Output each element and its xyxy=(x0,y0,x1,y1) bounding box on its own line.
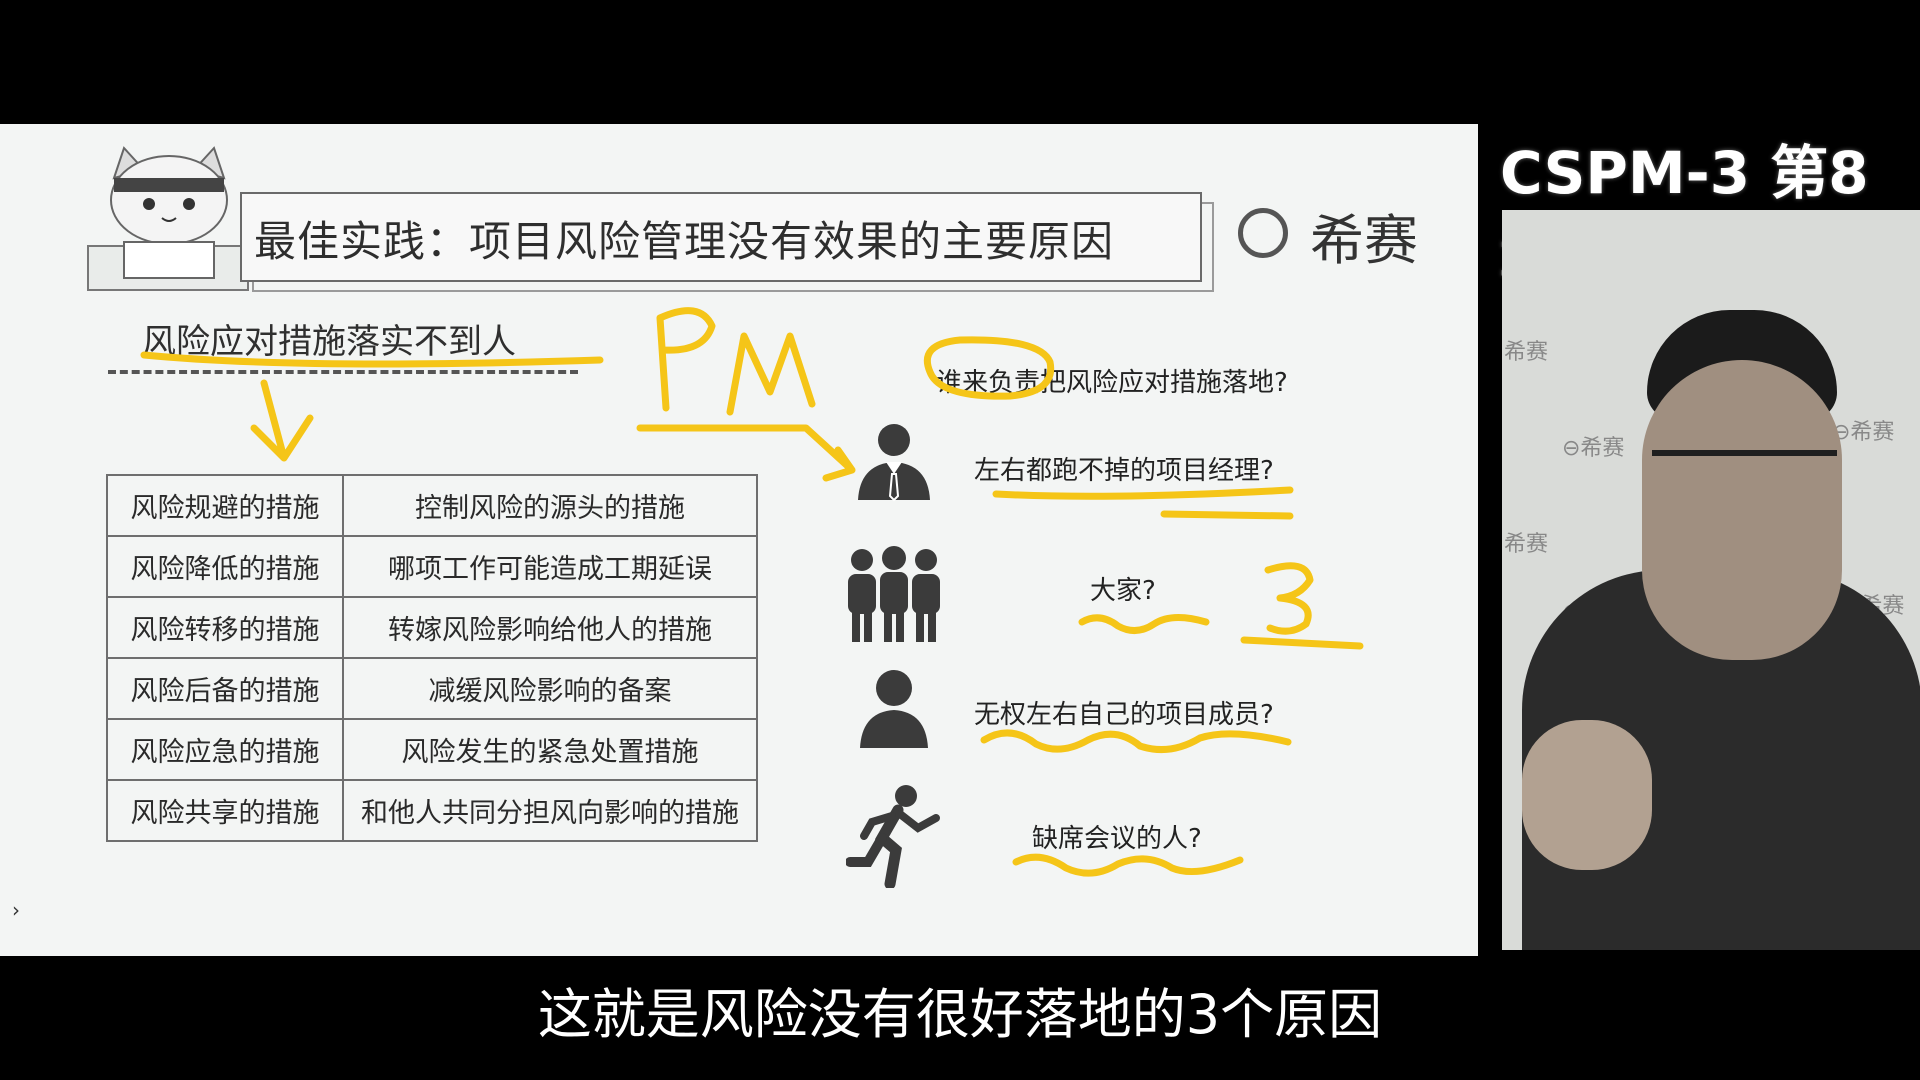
webcam-feed: 希赛 ⊖希赛 ⊖希赛 ⊖希赛 希赛 ⊖希赛 ⊖希赛 xyxy=(1502,210,1920,950)
ink-underline-3 xyxy=(1240,636,1364,650)
watermark: ⊖希赛 xyxy=(1832,420,1895,445)
ink-arrow-down xyxy=(250,379,314,462)
watermark: 希赛 xyxy=(1504,340,1549,365)
ink-underline-subheading xyxy=(140,351,604,368)
ink-digit-3 xyxy=(1264,562,1314,635)
ink-annotations xyxy=(140,307,1364,877)
subtitle-caption: 这就是风险没有很好落地的3个原因 xyxy=(537,983,1383,1046)
ink-wave-group xyxy=(1078,614,1210,634)
watermark: 希赛 xyxy=(1504,532,1549,557)
presenter-glasses xyxy=(1652,450,1837,506)
ink-wave-member xyxy=(980,729,1292,754)
watermark: ⊖希赛 xyxy=(1562,436,1625,461)
ink-pm-p xyxy=(656,307,716,412)
ink-wave-absent xyxy=(1012,853,1244,877)
ink-underline-pm xyxy=(636,424,856,482)
presenter-face xyxy=(1642,360,1842,660)
ink-underline-manager xyxy=(992,486,1294,520)
ink-circle-responsible xyxy=(923,336,1055,400)
presenter-hand xyxy=(1522,720,1652,870)
ink-pm-m xyxy=(726,332,816,416)
